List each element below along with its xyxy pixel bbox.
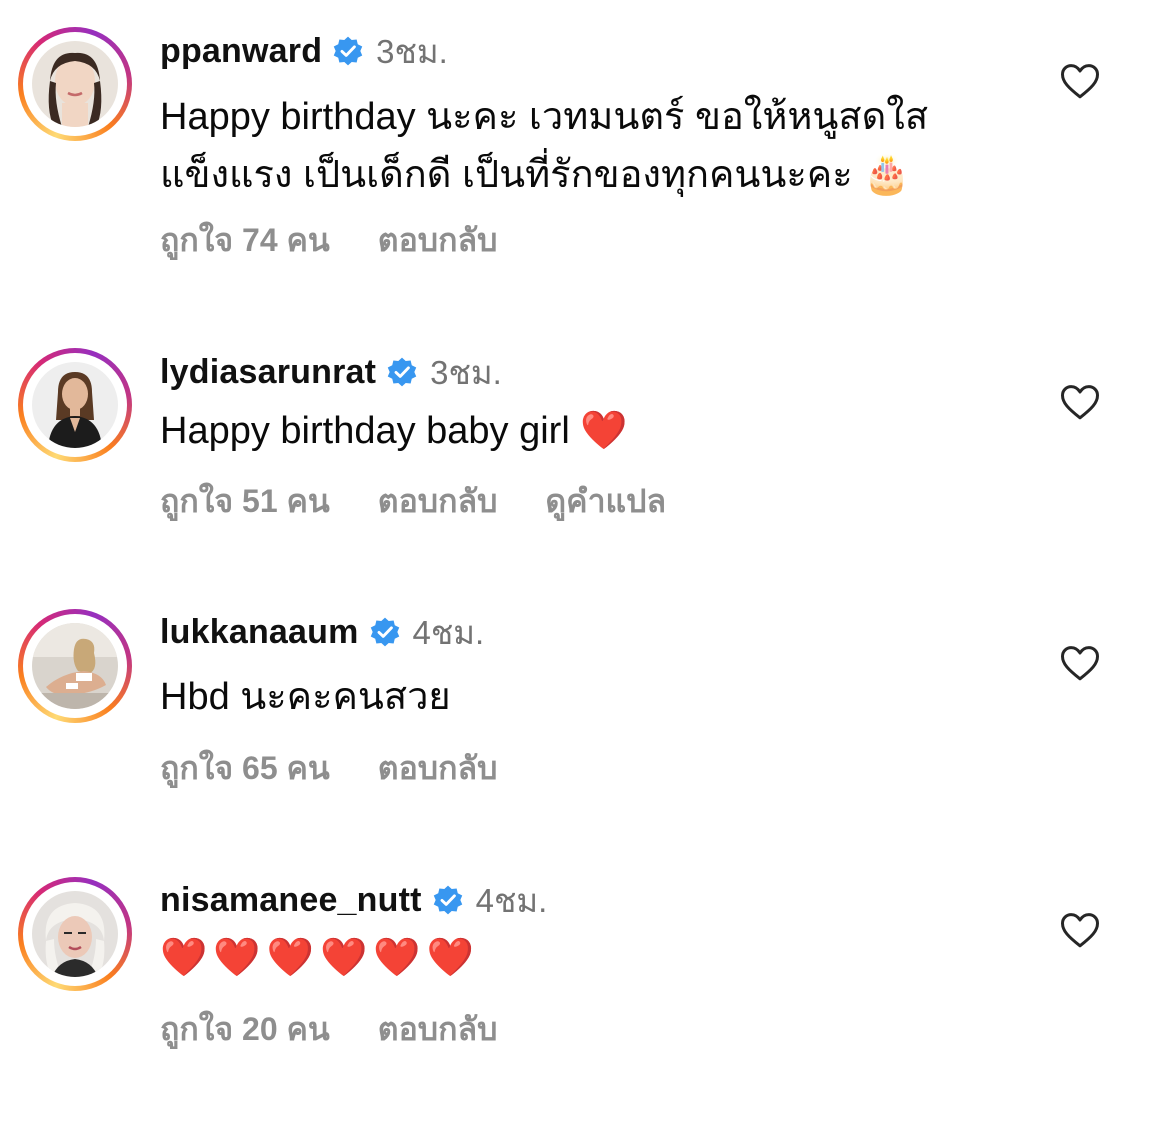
comment-header: lydiasarunrat 3ชม.	[160, 350, 502, 394]
avatar-image	[32, 362, 118, 448]
username[interactable]: nisamanee_nutt	[160, 881, 422, 920]
comment-text: Happy birthday baby girl ❤️	[160, 410, 628, 452]
comment-time: 3ชม.	[430, 353, 502, 391]
avatar-image	[32, 623, 118, 709]
avatar-ring-gap	[23, 614, 127, 718]
likes-count[interactable]: ถูกใจ 20 คน	[160, 1004, 330, 1055]
comment-header: nisamanee_nutt 4ชม.	[160, 878, 547, 922]
avatar[interactable]	[32, 41, 118, 127]
heart-outline-icon[interactable]	[1060, 911, 1100, 949]
avatar-story-ring[interactable]	[18, 877, 132, 991]
comment-header: ppanward 3ชม.	[160, 29, 448, 73]
heart-outline-icon[interactable]	[1060, 62, 1100, 100]
comment-text: Hbd นะคะคนสวย	[160, 676, 451, 718]
comment-header: lukkanaaum 4ชม.	[160, 610, 484, 654]
reply-button[interactable]: ตอบกลับ	[378, 1004, 498, 1055]
avatar[interactable]	[32, 891, 118, 977]
avatar-ring-gap	[23, 32, 127, 136]
avatar-ring-gap	[23, 353, 127, 457]
likes-count[interactable]: ถูกใจ 51 คน	[160, 476, 330, 527]
comment-text: ❤️❤️❤️❤️❤️❤️	[160, 937, 480, 979]
comment-actions: ถูกใจ 20 คน ตอบกลับ	[160, 1007, 497, 1051]
reply-button[interactable]: ตอบกลับ	[378, 476, 498, 527]
comment-time: 4ชม.	[475, 881, 548, 919]
comment-actions: ถูกใจ 51 คน ตอบกลับ ดูคำแปล	[160, 479, 666, 523]
avatar-image	[32, 41, 118, 127]
comment-time: 3ชม.	[376, 32, 448, 70]
see-translation-button[interactable]: ดูคำแปล	[545, 476, 666, 527]
likes-count[interactable]: ถูกใจ 65 คน	[160, 743, 330, 794]
verified-badge-icon	[387, 357, 417, 387]
heart-outline-icon[interactable]	[1060, 644, 1100, 682]
verified-badge-icon	[370, 617, 399, 647]
avatar[interactable]	[32, 623, 118, 709]
avatar-story-ring[interactable]	[18, 27, 132, 141]
verified-badge-icon	[333, 36, 363, 66]
comment-actions: ถูกใจ 65 คน ตอบกลับ	[160, 746, 497, 790]
username[interactable]: ppanward	[160, 32, 322, 71]
reply-button[interactable]: ตอบกลับ	[378, 743, 498, 794]
likes-count[interactable]: ถูกใจ 74 คน	[160, 215, 330, 266]
username[interactable]: lydiasarunrat	[160, 353, 376, 392]
avatar-story-ring[interactable]	[18, 609, 132, 723]
avatar[interactable]	[32, 362, 118, 448]
reply-button[interactable]: ตอบกลับ	[378, 215, 498, 266]
heart-outline-icon[interactable]	[1060, 383, 1100, 421]
comment-text: Happy birthday นะคะ เวทมนตร์ ขอให้หนูสดใ…	[160, 96, 929, 196]
avatar-ring-gap	[23, 882, 127, 986]
avatar-story-ring[interactable]	[18, 348, 132, 462]
avatar-image	[32, 891, 118, 977]
verified-badge-icon	[433, 885, 462, 915]
username[interactable]: lukkanaaum	[160, 613, 359, 652]
comment-time: 4ชม.	[412, 613, 485, 651]
comment-actions: ถูกใจ 74 คน ตอบกลับ	[160, 218, 497, 262]
